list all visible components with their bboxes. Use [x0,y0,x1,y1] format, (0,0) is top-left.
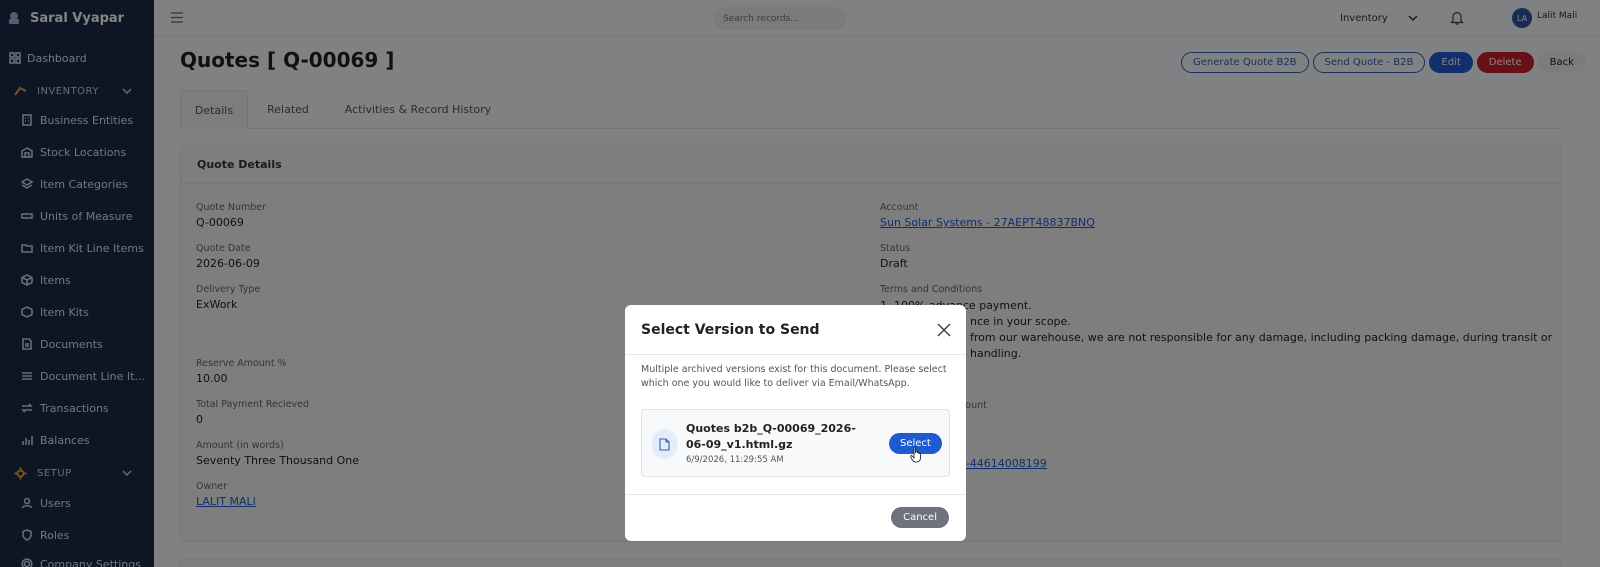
close-icon[interactable] [937,323,951,337]
cancel-button[interactable]: Cancel [891,507,949,528]
version-filename: Quotes b2b_Q-00069_2026-06-09_v1.html.gz [686,422,856,451]
modal-description: Multiple archived versions exist for thi… [641,364,947,389]
select-version-modal: Select Version to Send Multiple archived… [625,305,966,541]
modal-footer: Cancel [625,494,966,541]
modal-title: Select Version to Send [641,321,820,338]
version-item[interactable]: Quotes b2b_Q-00069_2026-06-09_v1.html.gz… [641,409,950,477]
hand-cursor-icon [910,446,921,463]
version-datetime: 6/9/2026, 11:29:55 AM [686,455,784,465]
modal-header: Select Version to Send [625,305,966,355]
file-icon [652,429,677,459]
